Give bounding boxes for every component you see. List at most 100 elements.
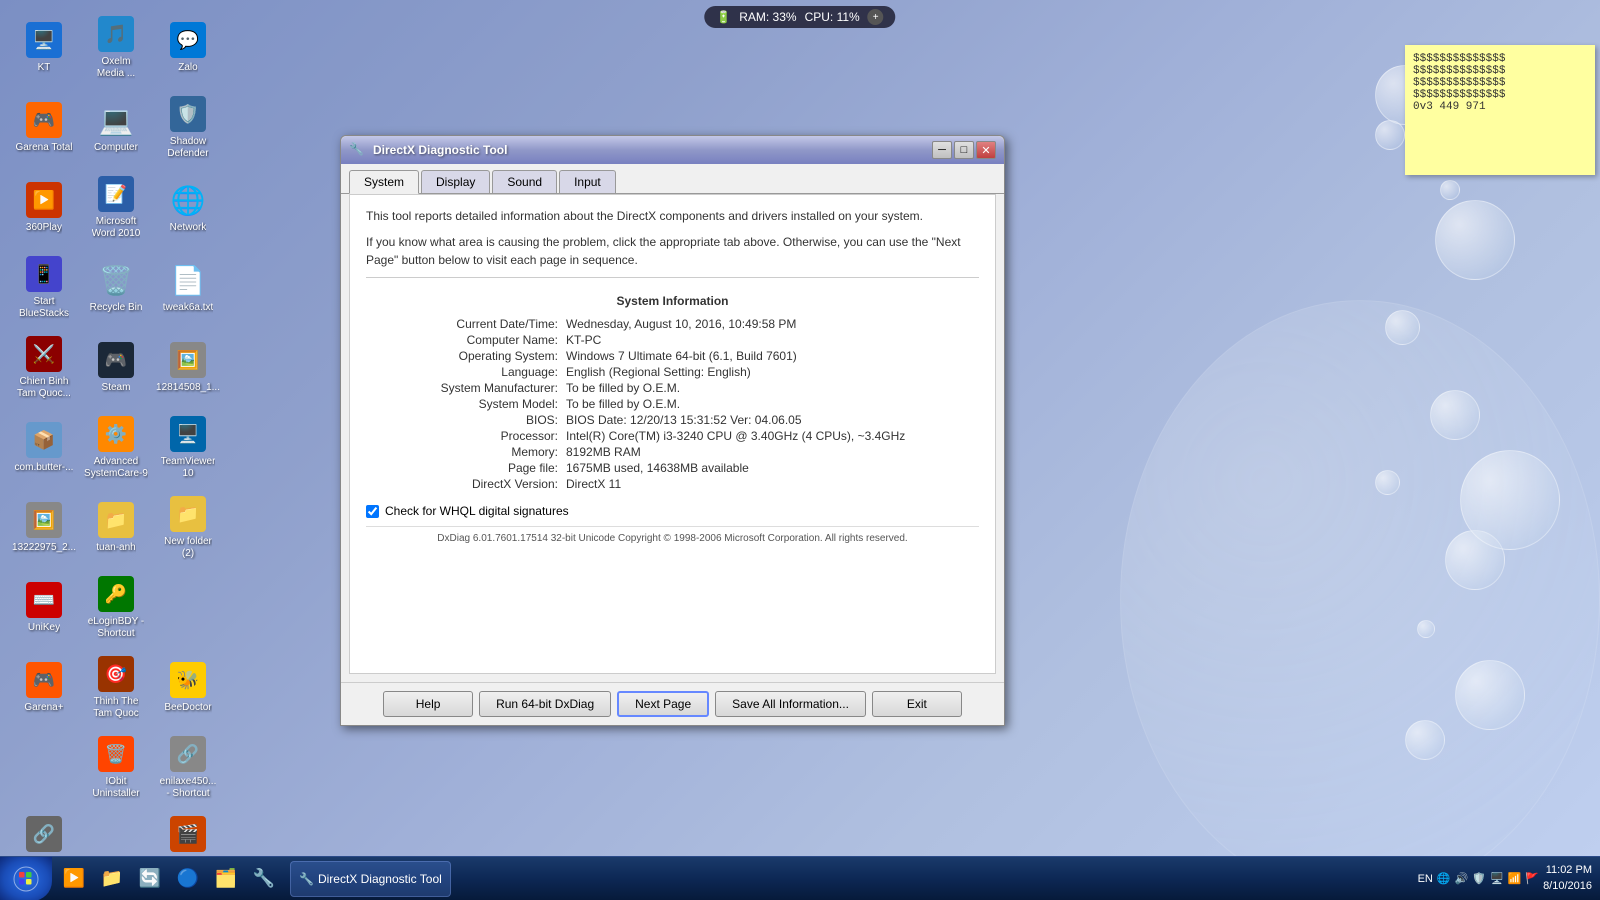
- divider: [366, 277, 979, 278]
- tray-wifi-icon: 📶: [1508, 872, 1522, 885]
- info-table: Current Date/Time: Wednesday, August 10,…: [366, 316, 979, 492]
- taskbar-icon-media[interactable]: ▶️: [56, 861, 92, 897]
- save-all-button[interactable]: Save All Information...: [715, 691, 866, 717]
- icon-computer[interactable]: 💻 Computer: [80, 88, 152, 168]
- close-button[interactable]: ✕: [976, 141, 996, 159]
- icon-network[interactable]: 🌐 Network: [152, 168, 224, 248]
- icon-oxelm[interactable]: 🎵 OxelmMedia ...: [80, 8, 152, 88]
- plus-btn[interactable]: +: [868, 9, 884, 25]
- info-row: System Manufacturer: To be filled by O.E…: [366, 380, 979, 396]
- clock-date: 8/10/2016: [1543, 879, 1592, 894]
- whql-checkbox[interactable]: [366, 505, 379, 518]
- status-bar: 🔋 RAM: 33% CPU: 11% +: [704, 6, 895, 28]
- info-row: Operating System: Windows 7 Ultimate 64-…: [366, 348, 979, 364]
- exit-button[interactable]: Exit: [872, 691, 962, 717]
- icon-advanced[interactable]: ⚙️ AdvancedSystemCare-9: [80, 408, 152, 488]
- cpu-label: CPU: 11%: [805, 10, 860, 24]
- tab-system[interactable]: System: [349, 170, 419, 194]
- minimize-button[interactable]: ─: [932, 141, 952, 159]
- info-row: Page file: 1675MB used, 14638MB availabl…: [366, 460, 979, 476]
- taskbar-icon-explorer[interactable]: 📁: [94, 861, 130, 897]
- intro-text-2: If you know what area is causing the pro…: [366, 233, 979, 269]
- clock-time: 11:02 PM: [1543, 863, 1592, 878]
- tab-bar: System Display Sound Input: [341, 164, 1004, 194]
- desktop-icons-area: 🖥️ KT 🎵 OxelmMedia ... 💬 Zalo 🎮 Garena T…: [0, 0, 290, 820]
- taskbar-apps: 🔧 DirectX Diagnostic Tool: [286, 857, 1410, 900]
- icon-elogin[interactable]: 🔑 eLoginBDY -Shortcut: [80, 568, 152, 648]
- bubble-deco: [1375, 120, 1405, 150]
- icon-garena-plus[interactable]: 🎮 Garena+: [8, 648, 80, 728]
- tab-sound[interactable]: Sound: [492, 170, 557, 193]
- icon-iobit[interactable]: 🗑️ IObitUninstaller: [80, 728, 152, 808]
- system-tray: EN 🌐 🔊 🛡️ 🖥️ 📶 🚩 11:02 PM 8/10/2016: [1410, 857, 1600, 900]
- taskbar-icon-tool[interactable]: 🔧: [246, 861, 282, 897]
- icon-unikey[interactable]: ⌨️ UniKey: [8, 568, 80, 648]
- window-title: DirectX Diagnostic Tool: [369, 143, 928, 157]
- button-bar: Help Run 64-bit DxDiag Next Page Save Al…: [341, 682, 1004, 725]
- icon-thinhthe[interactable]: 🎯 Thinh TheTam Quoc: [80, 648, 152, 728]
- dxdiag-icon: 🔧: [349, 142, 365, 158]
- info-row: System Model: To be filled by O.E.M.: [366, 396, 979, 412]
- tray-sound-icon: 🔊: [1455, 872, 1469, 885]
- icon-beedoctor[interactable]: 🐝 BeeDoctor: [152, 648, 224, 728]
- icon-12814508[interactable]: 🖼️ 12814508_1...: [152, 328, 224, 408]
- bubble-deco: [1440, 180, 1460, 200]
- taskbar-icon-cards[interactable]: 🗂️: [208, 861, 244, 897]
- bubble-deco: [1435, 200, 1515, 280]
- info-row: Memory: 8192MB RAM: [366, 444, 979, 460]
- battery-icon: 🔋: [716, 10, 731, 24]
- info-row: Processor: Intel(R) Core(TM) i3-3240 CPU…: [366, 428, 979, 444]
- whql-label: Check for WHQL digital signatures: [385, 504, 569, 518]
- icon-360play[interactable]: ▶️ 360Play: [8, 168, 80, 248]
- tab-input[interactable]: Input: [559, 170, 616, 193]
- icon-tweak[interactable]: 📄 tweak6a.txt: [152, 248, 224, 328]
- tray-security-icon: 🛡️: [1472, 872, 1486, 885]
- icon-tuananh[interactable]: 📁 tuan-anh: [80, 488, 152, 568]
- taskbar-icon-clockwise[interactable]: 🔄: [132, 861, 168, 897]
- taskbar: ▶️ 📁 🔄 🔵 🗂️ 🔧 🔧 DirectX Diagnostic Tool …: [0, 856, 1600, 900]
- next-page-button[interactable]: Next Page: [617, 691, 709, 717]
- info-row: Computer Name: KT-PC: [366, 332, 979, 348]
- icon-shadow-defender[interactable]: 🛡️ ShadowDefender: [152, 88, 224, 168]
- window-controls: ─ □ ✕: [932, 141, 996, 159]
- icon-bluestacks[interactable]: 📱 StartBlueStacks: [8, 248, 80, 328]
- desktop: 🔋 RAM: 33% CPU: 11% + 🖥️ KT 🎵 OxelmMedia…: [0, 0, 1600, 900]
- tray-monitor-icon: 🖥️: [1490, 872, 1504, 885]
- icon-enilaxe[interactable]: 🔗 enilaxe450...- Shortcut: [152, 728, 224, 808]
- start-button[interactable]: [0, 857, 52, 900]
- icon-steam[interactable]: 🎮 Steam: [80, 328, 152, 408]
- tray-network-icon: 🌐: [1437, 872, 1451, 885]
- footer-text: DxDiag 6.01.7601.17514 32-bit Unicode Co…: [366, 526, 979, 544]
- help-button[interactable]: Help: [383, 691, 473, 717]
- info-row: DirectX Version: DirectX 11: [366, 476, 979, 492]
- tab-content: This tool reports detailed information a…: [349, 194, 996, 674]
- icon-zalo[interactable]: 💬 Zalo: [152, 8, 224, 88]
- tray-lang: EN: [1418, 873, 1433, 885]
- window-titlebar: 🔧 DirectX Diagnostic Tool ─ □ ✕: [341, 136, 1004, 164]
- icon-newfolder[interactable]: 📁 New folder(2): [152, 488, 224, 568]
- info-row: Language: English (Regional Setting: Eng…: [366, 364, 979, 380]
- icon-13222975[interactable]: 🖼️ 13222975_2...: [8, 488, 80, 568]
- tray-flag-icon: 🚩: [1525, 872, 1539, 885]
- taskbar-icon-blue[interactable]: 🔵: [170, 861, 206, 897]
- intro-text-1: This tool reports detailed information a…: [366, 207, 979, 225]
- run64-button[interactable]: Run 64-bit DxDiag: [479, 691, 611, 717]
- sticky-note: $$$$$$$$$$$$$$ $$$$$$$$$$$$$$ $$$$$$$$$$…: [1405, 45, 1595, 175]
- section-title: System Information: [366, 294, 979, 308]
- icon-chienbinh[interactable]: ⚔️ Chien BinhTam Quoc...: [8, 328, 80, 408]
- icon-ms-word[interactable]: 📝 MicrosoftWord 2010: [80, 168, 152, 248]
- icon-kt[interactable]: 🖥️ KT: [8, 8, 80, 88]
- tab-display[interactable]: Display: [421, 170, 490, 193]
- icon-teamviewer[interactable]: 🖥️ TeamViewer10: [152, 408, 224, 488]
- maximize-button[interactable]: □: [954, 141, 974, 159]
- icon-combutter[interactable]: 📦 com.butter-...: [8, 408, 80, 488]
- dxdiag-window: 🔧 DirectX Diagnostic Tool ─ □ ✕ System D…: [340, 135, 1005, 726]
- taskbar-app-dxdiag[interactable]: 🔧 DirectX Diagnostic Tool: [290, 861, 451, 897]
- info-row: Current Date/Time: Wednesday, August 10,…: [366, 316, 979, 332]
- checkbox-row: Check for WHQL digital signatures: [366, 504, 979, 518]
- icon-garena-total[interactable]: 🎮 Garena Total: [8, 88, 80, 168]
- clock: 11:02 PM 8/10/2016: [1543, 863, 1592, 894]
- icon-recycle-bin[interactable]: 🗑️ Recycle Bin: [80, 248, 152, 328]
- taskbar-quick-launch: ▶️ 📁 🔄 🔵 🗂️ 🔧: [52, 857, 286, 900]
- info-row: BIOS: BIOS Date: 12/20/13 15:31:52 Ver: …: [366, 412, 979, 428]
